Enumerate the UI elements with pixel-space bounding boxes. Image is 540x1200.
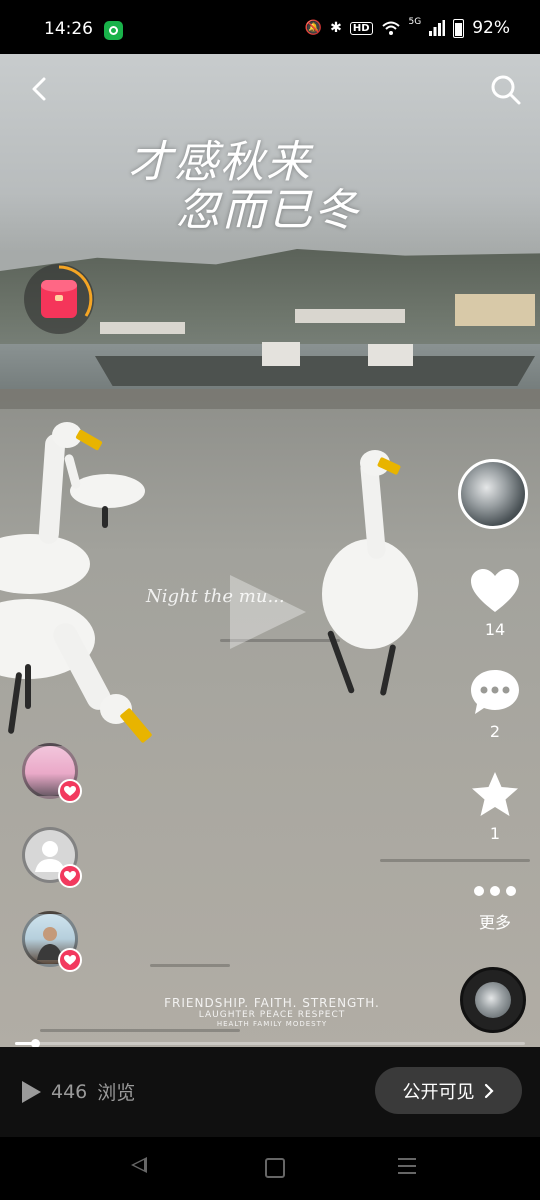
mute-icon: 🔕: [304, 20, 323, 36]
building: [455, 294, 535, 326]
ship: [95, 356, 535, 386]
red-packet-icon: [41, 280, 77, 318]
comment-button[interactable]: 2: [460, 668, 530, 741]
bluetooth-icon: ✱: [330, 20, 342, 36]
search-icon[interactable]: [490, 74, 522, 106]
building: [295, 309, 405, 323]
nav-back-icon[interactable]: [131, 1157, 147, 1173]
video-caption-script: Night the mu...: [146, 586, 285, 607]
nav-menu-icon[interactable]: [398, 1158, 416, 1179]
network-type: 5G: [408, 17, 422, 27]
view-stats: 446 浏览: [22, 1078, 135, 1105]
music-disc-icon[interactable]: [460, 967, 526, 1033]
video-title-art: 才感秋来 忽而已冬: [128, 139, 360, 235]
ship-cabin: [368, 344, 413, 366]
heart-icon: [471, 569, 519, 612]
video-motto: FRIENDSHIP. FAITH. STRENGTH. LAUGHTER PE…: [152, 996, 392, 1028]
coin-icon: [55, 295, 63, 301]
status-time: 14:26: [44, 19, 93, 39]
heart-badge-icon: [58, 864, 82, 888]
more-label: 更多: [478, 913, 511, 932]
star-icon: [472, 772, 518, 816]
like-button[interactable]: 14: [460, 568, 530, 639]
chevron-right-icon: [484, 1083, 494, 1098]
sand-stripe: [380, 859, 530, 862]
comment-count: 2: [489, 722, 501, 741]
views-label: 浏览: [97, 1082, 136, 1104]
chevron-left-icon[interactable]: [26, 75, 54, 103]
more-dots-icon: [460, 881, 530, 901]
wifi-icon: [381, 21, 400, 35]
motto-line-1: FRIENDSHIP. FAITH. STRENGTH.: [164, 996, 380, 1010]
title-line-1: 才感秋来: [128, 137, 312, 188]
play-count-icon: [22, 1080, 41, 1103]
ship-cabin: [262, 342, 300, 366]
like-count: 14: [484, 620, 506, 639]
motto-line-3: HEALTH FAMILY MODESTY: [216, 1020, 328, 1028]
views-count: 446: [51, 1080, 88, 1103]
title-line-2: 忽而已冬: [176, 185, 360, 236]
battery-icon: [453, 18, 465, 38]
sand-stripe: [40, 1029, 240, 1032]
nav-home-icon[interactable]: [265, 1158, 285, 1178]
favorite-button[interactable]: 1: [460, 770, 530, 843]
swan-leg: [25, 664, 31, 709]
building: [100, 322, 185, 334]
bottom-bar: 446 浏览 公开可见: [0, 1047, 540, 1137]
hd-icon: HD: [349, 21, 373, 35]
heart-badge-icon: [58, 779, 82, 803]
app-notification-icon: [104, 21, 123, 40]
heart-badge-icon: [58, 948, 82, 972]
swan: [70, 474, 145, 508]
more-button[interactable]: 更多: [460, 881, 530, 933]
video-player[interactable]: 才感秋来 忽而已冬 Night the mu...: [0, 54, 540, 1047]
video-progress-bar[interactable]: [15, 1039, 525, 1048]
swan-leg: [102, 506, 108, 528]
status-icons: 🔕 ✱ HD 5G 92%: [304, 17, 510, 38]
status-bar: 14:26 🔕 ✱ HD 5G 92%: [0, 0, 540, 54]
red-packet-button[interactable]: [24, 264, 94, 334]
visibility-button[interactable]: 公开可见: [375, 1067, 522, 1114]
battery-percent: 92%: [472, 18, 510, 38]
visibility-label: 公开可见: [402, 1081, 475, 1103]
signal-icon: [429, 20, 446, 36]
motto-line-2: LAUGHTER PEACE RESPECT: [198, 1010, 346, 1020]
system-nav-bar: [0, 1137, 540, 1200]
sand-stripe: [150, 964, 230, 967]
author-avatar[interactable]: [458, 459, 528, 529]
comment-icon: [471, 670, 519, 714]
favorite-count: 1: [489, 824, 501, 843]
